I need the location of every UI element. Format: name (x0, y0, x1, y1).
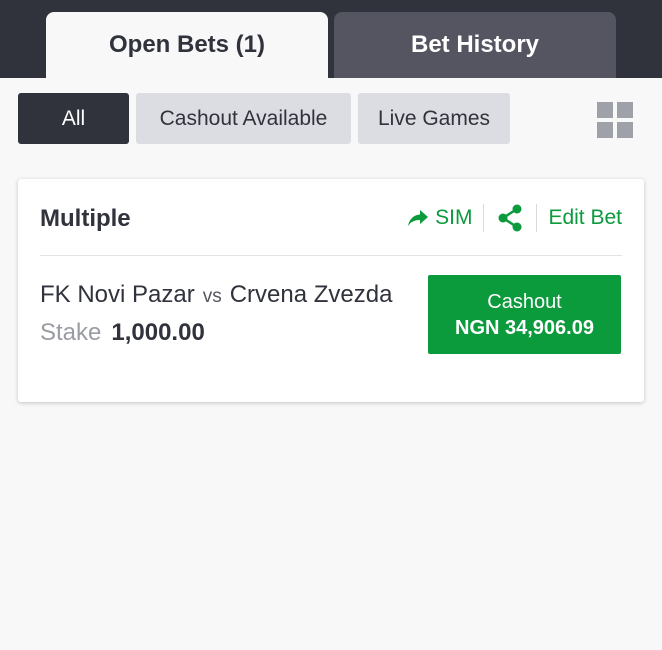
edit-bet-button[interactable]: Edit Bet (548, 206, 622, 230)
filter-live-games-button[interactable]: Live Games (358, 93, 510, 144)
bet-tabs-bar: Open Bets (1) Bet History (0, 0, 662, 78)
forward-arrow-icon (408, 210, 429, 226)
grid-icon[interactable] (597, 102, 633, 138)
stake-row: Stake 1,000.00 (40, 319, 205, 347)
stake-label: Stake (40, 319, 102, 346)
action-divider (483, 204, 485, 232)
vs-label: vs (202, 286, 222, 307)
card-divider (40, 255, 622, 256)
tab-open-bets[interactable]: Open Bets (1) (46, 12, 328, 78)
cashout-button[interactable]: Cashout NGN 34,906.09 (428, 275, 621, 354)
filter-cashout-available-button[interactable]: Cashout Available (136, 93, 351, 144)
sim-label: SIM (435, 206, 473, 229)
sim-button[interactable]: SIM (407, 206, 472, 230)
cashout-amount: NGN 34,906.09 (455, 316, 594, 339)
bet-actions: SIM Edit Bet (407, 203, 622, 233)
match-teams: FK Novi Pazar vs Crvena Zvezda (40, 281, 392, 309)
home-team: FK Novi Pazar (40, 281, 195, 308)
bet-type-title: Multiple (40, 205, 131, 232)
bet-card: Multiple SIM Edit Bet FK Novi Pazar vs Crv… (18, 179, 644, 402)
grid-icon-cell (617, 102, 633, 118)
action-divider (536, 204, 538, 232)
stake-amount: 1,000.00 (111, 319, 205, 346)
filter-all-button[interactable]: All (18, 93, 129, 144)
cashout-label: Cashout (487, 290, 562, 313)
grid-icon-cell (597, 122, 613, 138)
edit-bet-label: Edit Bet (548, 206, 622, 229)
share-icon (498, 204, 522, 232)
filter-row: All Cashout Available Live Games (0, 93, 662, 144)
grid-icon-cell (617, 122, 633, 138)
grid-icon-cell (597, 102, 613, 118)
share-button[interactable] (495, 203, 525, 233)
away-team: Crvena Zvezda (229, 281, 393, 308)
tab-bet-history[interactable]: Bet History (334, 12, 616, 78)
